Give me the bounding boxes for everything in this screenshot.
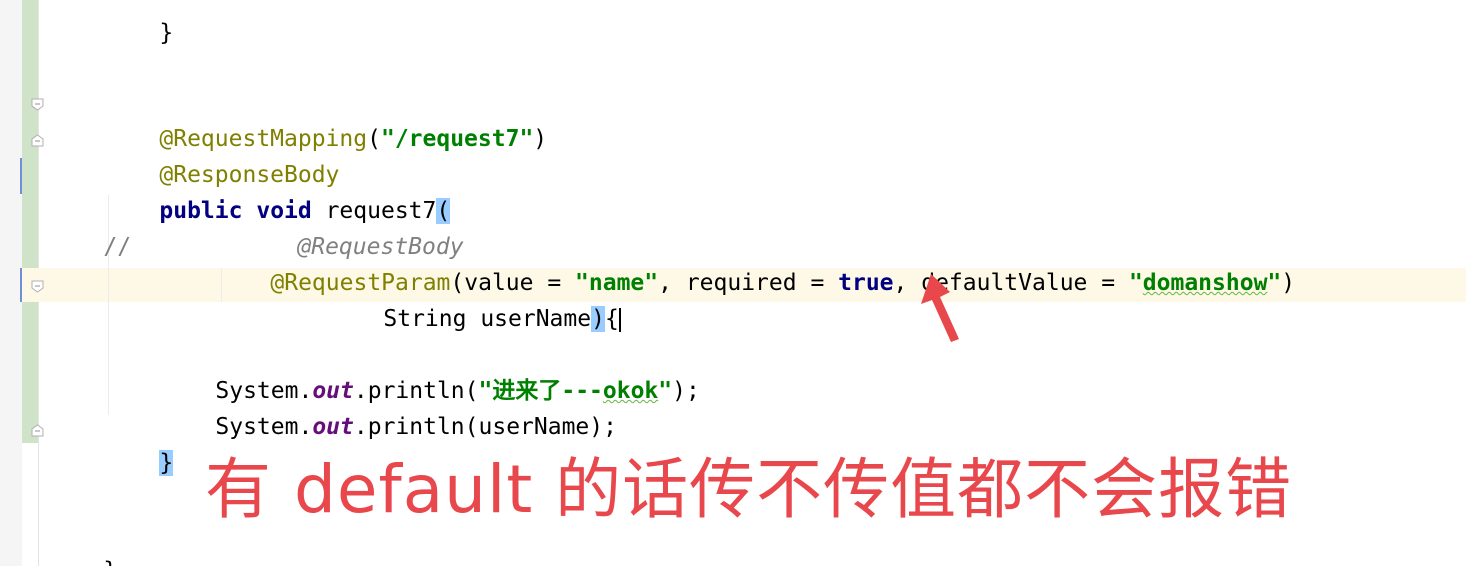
- change-marker: [20, 158, 22, 194]
- matched-paren: ): [591, 306, 605, 332]
- code-token: "/request7": [380, 126, 534, 152]
- code-line: @RequestMapping("/request7"): [104, 88, 547, 152]
- code-token: , required =: [658, 270, 839, 296]
- editor-gutter: [0, 0, 22, 566]
- change-marker: [20, 268, 22, 302]
- code-token: }: [103, 558, 117, 566]
- matched-brace: }: [159, 450, 174, 476]
- code-token: true: [838, 270, 894, 296]
- code-line: System.out.println(userName);: [160, 376, 617, 440]
- code-editor[interactable]: } @RequestMapping("/request7") @Response…: [0, 0, 1466, 566]
- code-line: }: [104, 412, 174, 476]
- code-token: {: [604, 306, 619, 332]
- code-line: @RequestBody: [242, 196, 463, 260]
- fold-open-icon[interactable]: [31, 280, 44, 293]
- fold-end-icon[interactable]: [31, 134, 44, 147]
- code-line: public void request7(: [104, 160, 451, 224]
- annotation-arrow-icon: [921, 274, 959, 342]
- vcs-change-bar: [22, 0, 38, 443]
- code-token: ): [533, 126, 548, 152]
- fold-end-icon[interactable]: [31, 424, 44, 437]
- code-token: );: [672, 378, 700, 404]
- code-line: @ResponseBody: [104, 124, 339, 188]
- code-token: ": [1128, 270, 1143, 296]
- code-token: (: [367, 126, 381, 152]
- code-line[interactable]: String userName){: [328, 268, 621, 332]
- code-line: }: [104, 0, 173, 46]
- code-comment: //: [103, 234, 132, 260]
- code-token: public: [159, 198, 243, 224]
- code-line: //: [48, 196, 131, 260]
- code-token: String userName: [383, 306, 592, 332]
- code-line: System.out.println("进来了---okok");: [160, 340, 699, 404]
- annotation-caption: 有 default 的话传不传值都不会报错: [205, 451, 1293, 528]
- code-line: @RequestParam(value = "name", required =…: [215, 232, 1295, 296]
- code-token: }: [159, 20, 174, 46]
- code-line: }: [48, 520, 117, 566]
- code-token: ": [1267, 270, 1282, 296]
- code-token: ": [658, 378, 673, 404]
- text-caret: [618, 307, 621, 332]
- code-token: domanshow: [1142, 270, 1268, 296]
- code-token: ): [1281, 270, 1296, 296]
- fold-open-icon[interactable]: [31, 98, 44, 111]
